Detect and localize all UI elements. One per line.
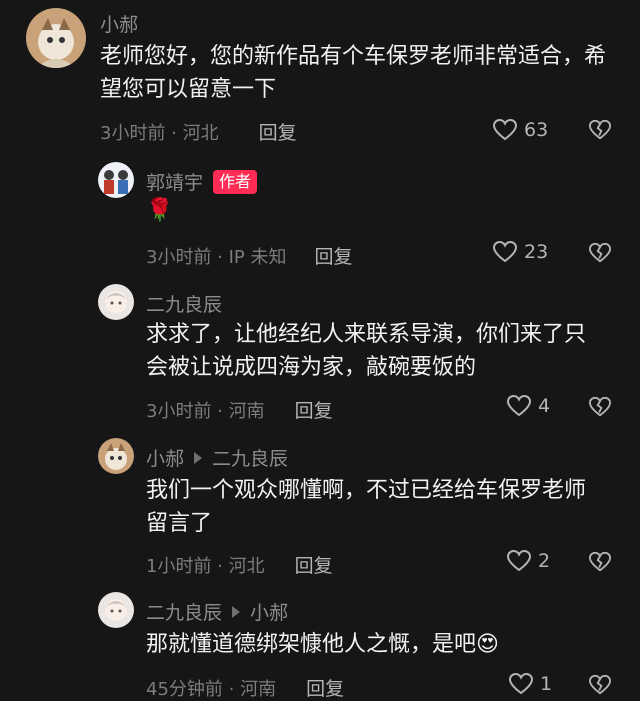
reply-button[interactable]: 回复 (315, 242, 353, 269)
comment-text: 🌹 (146, 194, 173, 227)
broken-heart-icon (588, 674, 612, 696)
comment-author[interactable]: 小郝 (100, 10, 138, 37)
author-name[interactable]: 二九良辰 (146, 598, 222, 625)
comment-text: 求求了，让他经纪人来联系导演，你们来了只会被让说成四海为家，敲碗要饭的 (146, 322, 587, 380)
author-name[interactable]: 二九良辰 (146, 290, 222, 317)
reply-arrow-icon (232, 605, 241, 618)
comment-author[interactable]: 二九良辰 小郝 (146, 598, 288, 625)
dislike-button[interactable] (588, 396, 612, 418)
author-badge: 作者 (213, 169, 258, 194)
author-name[interactable]: 小郝 (100, 10, 138, 37)
dislike-button[interactable] (588, 242, 612, 264)
comment-meta: 45分钟前 · 河南 回复 (146, 674, 344, 701)
comment-author[interactable]: 小郝 二九良辰 (146, 444, 288, 471)
heart-eyes-emoji: 😍 (476, 632, 499, 657)
comment-author[interactable]: 二九良辰 (146, 290, 222, 317)
avatar[interactable] (98, 284, 134, 320)
reply-button[interactable]: 回复 (306, 674, 344, 701)
heart-outline-icon (492, 118, 518, 142)
like-count: 1 (540, 673, 553, 695)
reply-arrow-icon (194, 451, 203, 464)
comment-text-body: 那就懂道德绑架慷他人之慨，是吧 (146, 632, 477, 657)
time-location: 45分钟前 · 河南 (146, 678, 277, 700)
comment-meta: 3小时前 · 河南 回复 (146, 396, 333, 423)
heart-outline-icon (492, 240, 518, 264)
author-name[interactable]: 小郝 (146, 444, 184, 471)
avatar[interactable] (98, 438, 134, 474)
broken-heart-icon (588, 242, 612, 264)
reply-to-name[interactable]: 二九良辰 (212, 444, 288, 471)
comment-text: 那就懂道德绑架慷他人之慨，是吧😍 (146, 628, 606, 661)
broken-heart-icon (588, 551, 612, 573)
avatar[interactable] (98, 162, 134, 198)
time-location: 3小时前 · 河南 (146, 400, 265, 422)
comment-meta: 3小时前 · IP 未知 回复 (146, 242, 353, 269)
like-button[interactable]: 63 (492, 118, 548, 142)
time-location: 3小时前 · 河北 (100, 122, 219, 144)
rose-emoji: 🌹 (146, 198, 174, 223)
avatar[interactable] (98, 592, 134, 628)
dislike-button[interactable] (588, 551, 612, 573)
like-button[interactable]: 2 (506, 549, 550, 573)
reply-to-name[interactable]: 小郝 (250, 598, 288, 625)
avatar[interactable] (26, 8, 86, 68)
author-name[interactable]: 郭靖宇 (146, 168, 203, 195)
dislike-button[interactable] (588, 674, 612, 696)
like-button[interactable]: 1 (508, 672, 552, 696)
broken-heart-icon (588, 396, 612, 418)
like-count: 23 (524, 241, 549, 263)
heart-outline-icon (506, 549, 532, 573)
reply-button[interactable]: 回复 (295, 551, 333, 578)
reply-button[interactable]: 回复 (295, 396, 333, 423)
comment-text: 我们一个观众哪懂啊，不过已经给车保罗老师留言了 (146, 478, 587, 536)
comment-author[interactable]: 郭靖宇 作者 (146, 168, 258, 195)
like-button[interactable]: 4 (506, 394, 550, 418)
comment-text: 老师您好，您的新作品有个车保罗老师非常适合，希望您可以留意一下 (100, 44, 607, 102)
dislike-button[interactable] (588, 119, 612, 141)
time-location: 1小时前 · 河北 (146, 555, 265, 577)
heart-outline-icon (508, 672, 534, 696)
reply-button[interactable]: 回复 (259, 118, 297, 145)
like-button[interactable]: 23 (492, 240, 548, 264)
time-location: 3小时前 · IP 未知 (146, 246, 287, 268)
like-count: 63 (524, 119, 549, 141)
comment-meta: 1小时前 · 河北 回复 (146, 551, 333, 578)
heart-outline-icon (506, 394, 532, 418)
comment-meta: 3小时前 · 河北 回复 (100, 118, 297, 145)
broken-heart-icon (588, 119, 612, 141)
like-count: 2 (538, 550, 551, 572)
like-count: 4 (538, 395, 551, 417)
